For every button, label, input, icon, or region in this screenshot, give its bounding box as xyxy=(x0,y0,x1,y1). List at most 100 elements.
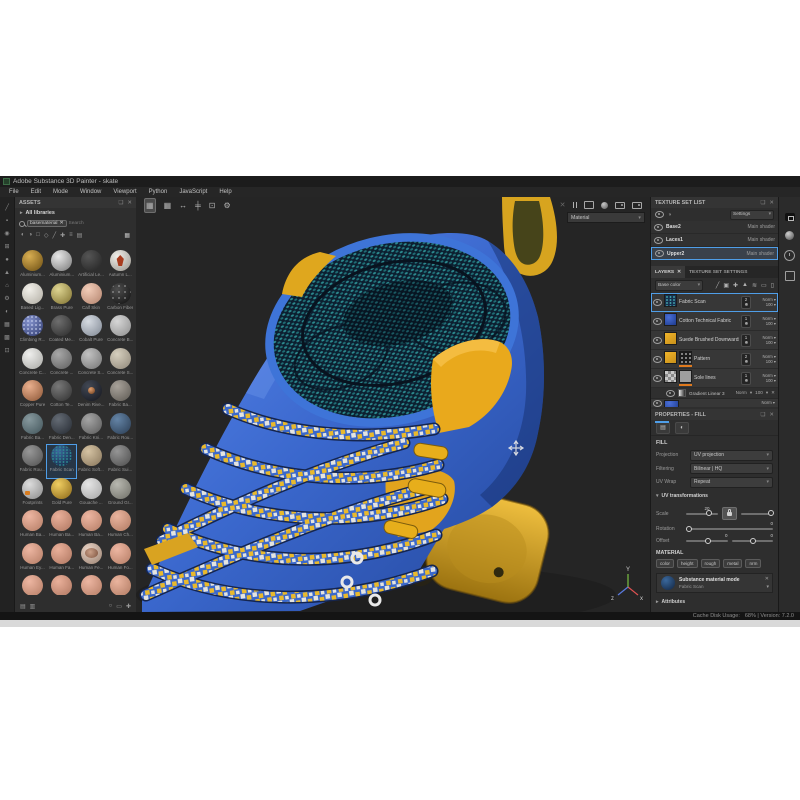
layer-effect-row[interactable]: Gradient Linear 3 Norm▾ 100▾ ✕ xyxy=(651,388,778,399)
tab-sphere-preview[interactable]: ◐ xyxy=(675,422,689,434)
eye-icon[interactable] xyxy=(653,356,662,363)
add-group-icon[interactable]: ▭ xyxy=(761,282,767,289)
shading-mode-dropdown[interactable]: Material ▾ xyxy=(567,212,645,223)
layer-row[interactable]: Fabric Scan2Norm ▾100 ▾ xyxy=(651,293,778,312)
filters-filter-icon[interactable]: ◇ xyxy=(44,232,49,239)
viewport-3d-model[interactable]: Y x z xyxy=(136,197,650,612)
display-settings-icon[interactable]: ⚙ xyxy=(4,296,9,303)
channel-chip-rough[interactable]: rough xyxy=(701,559,721,568)
tab-material-properties[interactable]: ▤ xyxy=(656,422,670,434)
slider-knob[interactable] xyxy=(768,510,774,516)
material-item[interactable]: Fabric Den... xyxy=(47,413,76,446)
link-scale-lock-icon[interactable] xyxy=(722,507,737,520)
material-item[interactable]: Human Fa... xyxy=(47,543,76,576)
menu-item-viewport[interactable]: Viewport xyxy=(107,189,142,195)
material-item[interactable]: Human Ba... xyxy=(77,510,106,543)
material-item[interactable]: Fabric Scan xyxy=(47,445,76,478)
close-icon[interactable]: ✕ xyxy=(677,270,681,275)
material-item[interactable]: Human Ey... xyxy=(18,543,47,576)
material-item[interactable]: Aluminium... xyxy=(18,250,47,283)
screenshot-icon[interactable] xyxy=(632,202,642,209)
layer-blend-opacity[interactable]: Norm ▾100 ▾ xyxy=(753,316,776,327)
solo-icon[interactable]: ◑ xyxy=(668,212,671,218)
filtering-dropdown[interactable]: Bilinear | HQ ▾ xyxy=(690,463,773,474)
add-effect-icon[interactable]: ▣ xyxy=(723,282,729,289)
material-item[interactable]: Human Ba... xyxy=(47,510,76,543)
settings-dropdown[interactable]: Settings ▾ xyxy=(730,210,774,220)
mirror-icon[interactable]: ↔ xyxy=(179,199,187,212)
material-item[interactable]: Fabric Kni... xyxy=(77,413,106,446)
layer-row[interactable]: Cotton Technical Fabric1Norm ▾100 ▾ xyxy=(651,312,778,331)
tab-texture-set-settings[interactable]: TEXTURE SET SETTINGS xyxy=(685,266,751,278)
symmetry-icon[interactable]: ╪ xyxy=(195,199,201,212)
menu-item-edit[interactable]: Edit xyxy=(25,189,47,195)
viewport-settings-icon[interactable]: ⚙ xyxy=(224,199,231,212)
history-icon[interactable]: ▩ xyxy=(4,335,10,342)
camera-icon[interactable] xyxy=(615,202,625,209)
menu-item-mode[interactable]: Mode xyxy=(47,189,74,195)
material-item[interactable]: Concrete S... xyxy=(106,348,135,381)
menu-item-window[interactable]: Window xyxy=(74,189,107,195)
eye-icon[interactable] xyxy=(653,318,662,325)
menu-item-help[interactable]: Help xyxy=(213,189,237,195)
material-item[interactable]: Fabric Rou... xyxy=(18,445,47,478)
scale-slider-y[interactable] xyxy=(741,513,773,515)
dock-icon[interactable]: ❏ xyxy=(760,200,765,206)
material-item[interactable]: Gold Pure xyxy=(47,478,76,511)
eye-icon[interactable] xyxy=(654,237,663,244)
material-item[interactable]: Copper Pure xyxy=(18,380,47,413)
layer-row-partial[interactable]: Norm ▾ xyxy=(651,399,778,407)
projection-tool-icon[interactable]: ◉ xyxy=(4,231,9,238)
material-item[interactable] xyxy=(106,575,135,595)
brushes-filter-icon[interactable]: ╱ xyxy=(53,232,57,239)
add-smart-material-icon[interactable]: ≋ xyxy=(752,282,757,289)
attributes-section[interactable]: ▸ Attributes xyxy=(651,596,778,608)
alphas-filter-icon[interactable]: ✚ xyxy=(60,232,65,239)
channel-chip-metal[interactable]: metal xyxy=(723,559,742,568)
material-item[interactable]: Footprints xyxy=(18,478,47,511)
material-item[interactable]: Calf Skin xyxy=(77,283,106,316)
material-item[interactable]: Cobalt Pure xyxy=(77,315,106,348)
offset-slider-x[interactable]: 0 xyxy=(686,540,728,542)
assets-search[interactable]: basematerial ✕ Search xyxy=(15,218,136,229)
paint-tool-icon[interactable]: ╱ xyxy=(5,205,9,212)
export-textures-icon[interactable]: ⌂ xyxy=(5,283,9,290)
offset-slider-y[interactable]: 0 xyxy=(732,540,774,542)
material-item[interactable]: Fabric Sui... xyxy=(106,445,135,478)
layer-blend-opacity[interactable]: Norm ▾100 ▾ xyxy=(753,373,776,384)
material-item[interactable]: Human Fo... xyxy=(106,543,135,576)
polygon-fill-tool-icon[interactable]: ⊞ xyxy=(4,244,9,251)
material-item[interactable]: Brass Pure xyxy=(47,283,76,316)
material-item[interactable]: Artificial Le... xyxy=(77,250,106,283)
material-item[interactable]: Concrete S... xyxy=(77,348,106,381)
slider-knob[interactable] xyxy=(706,510,712,516)
channel-chip-nrm[interactable]: nrm xyxy=(745,559,761,568)
list-view-icon[interactable]: ▤ xyxy=(20,603,26,610)
close-icon[interactable]: ✕ xyxy=(765,576,769,582)
material-item[interactable]: Human Fe... xyxy=(77,543,106,576)
uv-transformations-header[interactable]: ▾ UV transformations xyxy=(651,490,778,501)
textures-filter-icon[interactable]: ≡ xyxy=(69,232,73,238)
focus-icon[interactable]: ⊡ xyxy=(209,199,216,212)
material-item[interactable]: Concrete B... xyxy=(106,315,135,348)
display-dock-icon[interactable] xyxy=(785,271,795,281)
material-item[interactable]: Human Ch... xyxy=(106,510,135,543)
material-item[interactable]: Aluminium... xyxy=(47,250,76,283)
layer-row[interactable]: Sole lines1Norm ▾100 ▾ xyxy=(651,369,778,388)
texture-set-row[interactable]: Laces1Main shader xyxy=(651,234,778,247)
display-mode-icon[interactable] xyxy=(584,201,594,209)
close-icon[interactable]: ✕ xyxy=(769,200,774,206)
add-fill-layer-icon[interactable]: ▲ xyxy=(742,282,748,289)
projection-dropdown[interactable]: UV projection ▾ xyxy=(690,450,773,461)
smart-materials-filter-icon[interactable]: ◑ xyxy=(29,232,33,238)
channel-chip-color[interactable]: color xyxy=(656,559,674,568)
slider-knob[interactable] xyxy=(750,538,756,544)
eye-icon[interactable] xyxy=(655,250,664,257)
history-dock-icon[interactable] xyxy=(784,250,795,261)
filter-circle-icon[interactable]: ○ xyxy=(109,603,113,610)
material-item[interactable]: Autumn L... xyxy=(106,250,135,283)
eraser-tool-icon[interactable]: ▪ xyxy=(6,218,8,225)
delete-layer-icon[interactable]: ▯ xyxy=(771,282,774,289)
material-item[interactable] xyxy=(77,575,106,595)
texture-set-row[interactable]: Upper2Main shader xyxy=(651,247,778,260)
